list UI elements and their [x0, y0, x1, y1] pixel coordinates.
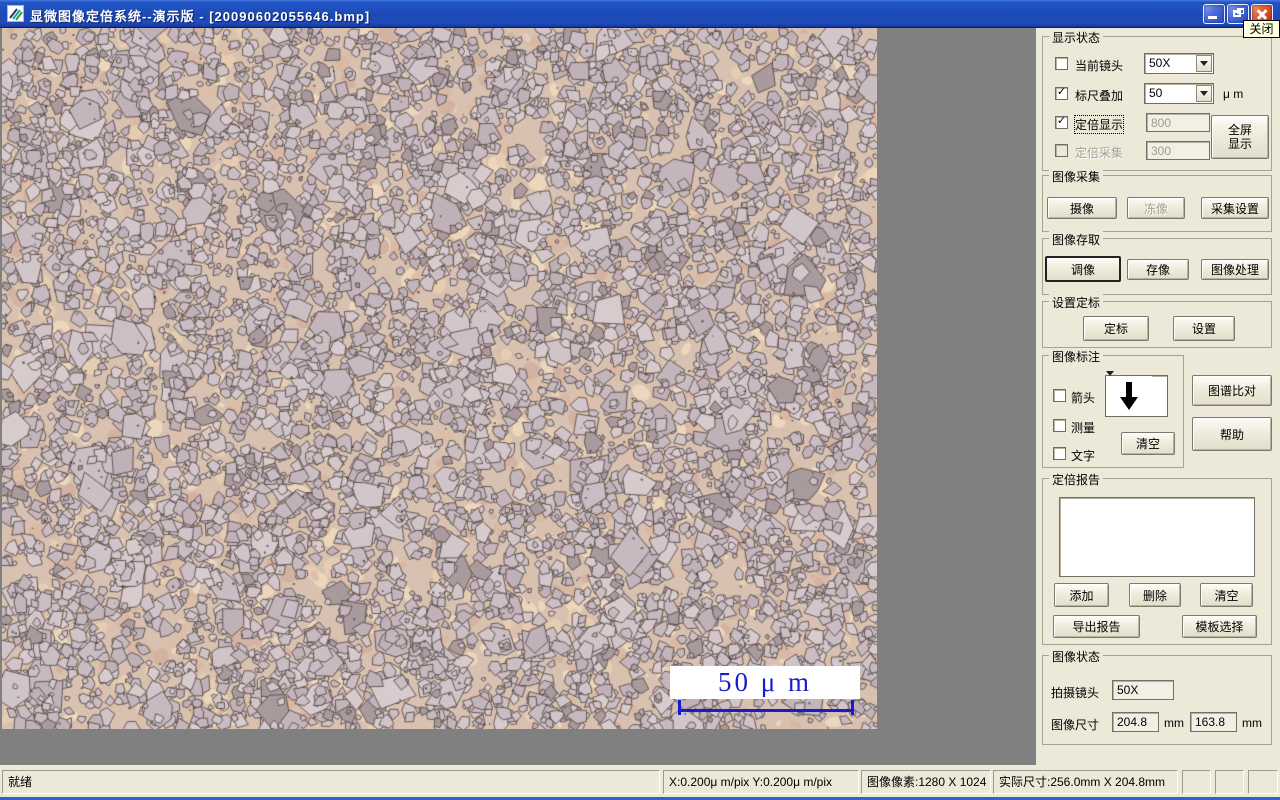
- group-report: 定倍报告 添加 删除 清空 导出报告 模板选择: [1042, 471, 1272, 645]
- group-calibration-title: 设置定标: [1049, 294, 1104, 311]
- capture-settings-button[interactable]: 采集设置: [1201, 197, 1269, 219]
- group-capture-title: 图像采集: [1049, 168, 1104, 185]
- report-delete-button[interactable]: 删除: [1129, 583, 1181, 607]
- scale-bar-label: 50 μ m: [670, 666, 860, 699]
- checkbox-measure[interactable]: [1053, 419, 1066, 432]
- minimize-button[interactable]: [1203, 4, 1225, 24]
- combo-current-lens-dropdown[interactable]: [1196, 55, 1212, 72]
- combo-ruler-dropdown[interactable]: [1196, 85, 1212, 102]
- image-height-value: 163.8: [1190, 712, 1237, 732]
- micrograph-canvas[interactable]: [2, 28, 877, 729]
- label-width-unit: mm: [1164, 716, 1184, 730]
- status-empty-1: [1182, 770, 1211, 794]
- report-clear-button[interactable]: 清空: [1200, 583, 1253, 607]
- save-image-button[interactable]: 存像: [1127, 259, 1189, 280]
- label-ruler-overlay: 标尺叠加: [1075, 89, 1124, 103]
- chevron-down-icon: [1200, 91, 1208, 100]
- label-current-lens: 当前镜头: [1075, 59, 1124, 73]
- group-image-status-title: 图像状态: [1049, 648, 1104, 665]
- checkbox-fixed-capture: [1055, 144, 1068, 157]
- label-image-size: 图像尺寸: [1051, 718, 1100, 732]
- app-icon: [7, 5, 24, 22]
- shoot-lens-value: 50X: [1112, 680, 1174, 700]
- calibrate-button[interactable]: 定标: [1083, 316, 1149, 341]
- group-report-title: 定倍报告: [1049, 471, 1104, 488]
- status-pixels: 图像像素:1280 X 1024: [861, 770, 991, 794]
- input-fixed-capture: 300: [1146, 141, 1210, 160]
- atlas-compare-button[interactable]: 图谱比对: [1192, 375, 1272, 406]
- image-process-button[interactable]: 图像处理: [1201, 259, 1269, 280]
- checkbox-current-lens[interactable]: [1055, 57, 1068, 70]
- label-ruler-unit: μ m: [1223, 87, 1244, 101]
- status-actual-size: 实际尺寸:256.0mm X 204.8mm: [993, 770, 1178, 794]
- chevron-down-icon: [1200, 61, 1208, 70]
- checkbox-fixed-display[interactable]: ✓: [1055, 116, 1068, 129]
- freeze-button: 冻像: [1127, 197, 1185, 219]
- combo-ruler-value[interactable]: 50: [1144, 83, 1214, 104]
- group-storage-title: 图像存取: [1049, 231, 1104, 248]
- group-capture: 图像采集 摄像 冻像 采集设置: [1042, 168, 1272, 232]
- group-annotation: 图像标注 箭头 测量 清空 文字: [1042, 348, 1184, 468]
- label-measure: 测量: [1071, 421, 1096, 435]
- down-arrow-icon: [1106, 376, 1152, 416]
- combo-current-lens[interactable]: 50X: [1144, 53, 1214, 74]
- group-display-status-title: 显示状态: [1049, 29, 1104, 46]
- label-fixed-display: 定倍显示: [1073, 115, 1125, 134]
- status-empty-3: [1248, 770, 1278, 794]
- shoot-button[interactable]: 摄像: [1047, 197, 1117, 219]
- help-button[interactable]: 帮助: [1192, 417, 1272, 451]
- arrow-style-combo[interactable]: [1105, 371, 1168, 417]
- scale-tick-left: [678, 700, 681, 715]
- window-title: 显微图像定倍系统--演示版 - [20090602055646.bmp]: [30, 9, 371, 24]
- status-empty-2: [1215, 770, 1244, 794]
- checkbox-text[interactable]: [1053, 447, 1066, 460]
- checkbox-arrow[interactable]: [1053, 389, 1066, 402]
- micrograph-viewport[interactable]: 50 μ m: [2, 28, 877, 729]
- scale-tick-right: [851, 700, 854, 715]
- minimize-icon: [1208, 16, 1217, 19]
- titlebar: 显微图像定倍系统--演示版 - [20090602055646.bmp]: [0, 0, 1280, 28]
- label-fixed-capture: 定倍采集: [1075, 146, 1124, 160]
- control-panel: 显示状态 当前镜头 50X ✓ 标尺叠加 50 μ m ✓ 定倍显示 800 定…: [1036, 28, 1280, 765]
- calibration-settings-button[interactable]: 设置: [1173, 316, 1235, 341]
- scale-bar-line: [678, 700, 854, 715]
- template-select-button[interactable]: 模板选择: [1182, 615, 1257, 638]
- checkbox-ruler-overlay[interactable]: ✓: [1055, 87, 1068, 100]
- label-shoot-lens: 拍摄镜头: [1051, 686, 1100, 700]
- group-annotation-title: 图像标注: [1049, 348, 1104, 365]
- label-arrow: 箭头: [1071, 391, 1096, 405]
- group-display-status: 显示状态 当前镜头 50X ✓ 标尺叠加 50 μ m ✓ 定倍显示 800 定…: [1042, 29, 1272, 171]
- label-text: 文字: [1071, 449, 1096, 463]
- group-image-status: 图像状态 拍摄镜头 50X 图像尺寸 204.8 mm 163.8 mm: [1042, 648, 1272, 745]
- group-storage: 图像存取 调像 存像 图像处理: [1042, 231, 1272, 295]
- scale-bar: [678, 709, 854, 712]
- load-image-button[interactable]: 调像: [1045, 256, 1121, 282]
- input-fixed-display: 800: [1146, 113, 1210, 132]
- label-height-unit: mm: [1242, 716, 1262, 730]
- statusbar: 就绪 X:0.200μ m/pix Y:0.200μ m/pix 图像像素:12…: [0, 765, 1280, 797]
- close-tooltip: 关闭: [1243, 20, 1280, 38]
- restore-icon-front: [1233, 10, 1241, 17]
- fullscreen-button[interactable]: 全屏 显示: [1211, 115, 1269, 159]
- image-width-value: 204.8: [1112, 712, 1159, 732]
- report-listbox[interactable]: [1059, 497, 1255, 577]
- report-add-button[interactable]: 添加: [1054, 583, 1109, 607]
- report-export-button[interactable]: 导出报告: [1053, 615, 1140, 638]
- group-calibration: 设置定标 定标 设置: [1042, 294, 1272, 348]
- status-ready: 就绪: [2, 770, 660, 794]
- annotation-clear-button[interactable]: 清空: [1121, 432, 1175, 455]
- status-resolution: X:0.200μ m/pix Y:0.200μ m/pix: [663, 770, 859, 794]
